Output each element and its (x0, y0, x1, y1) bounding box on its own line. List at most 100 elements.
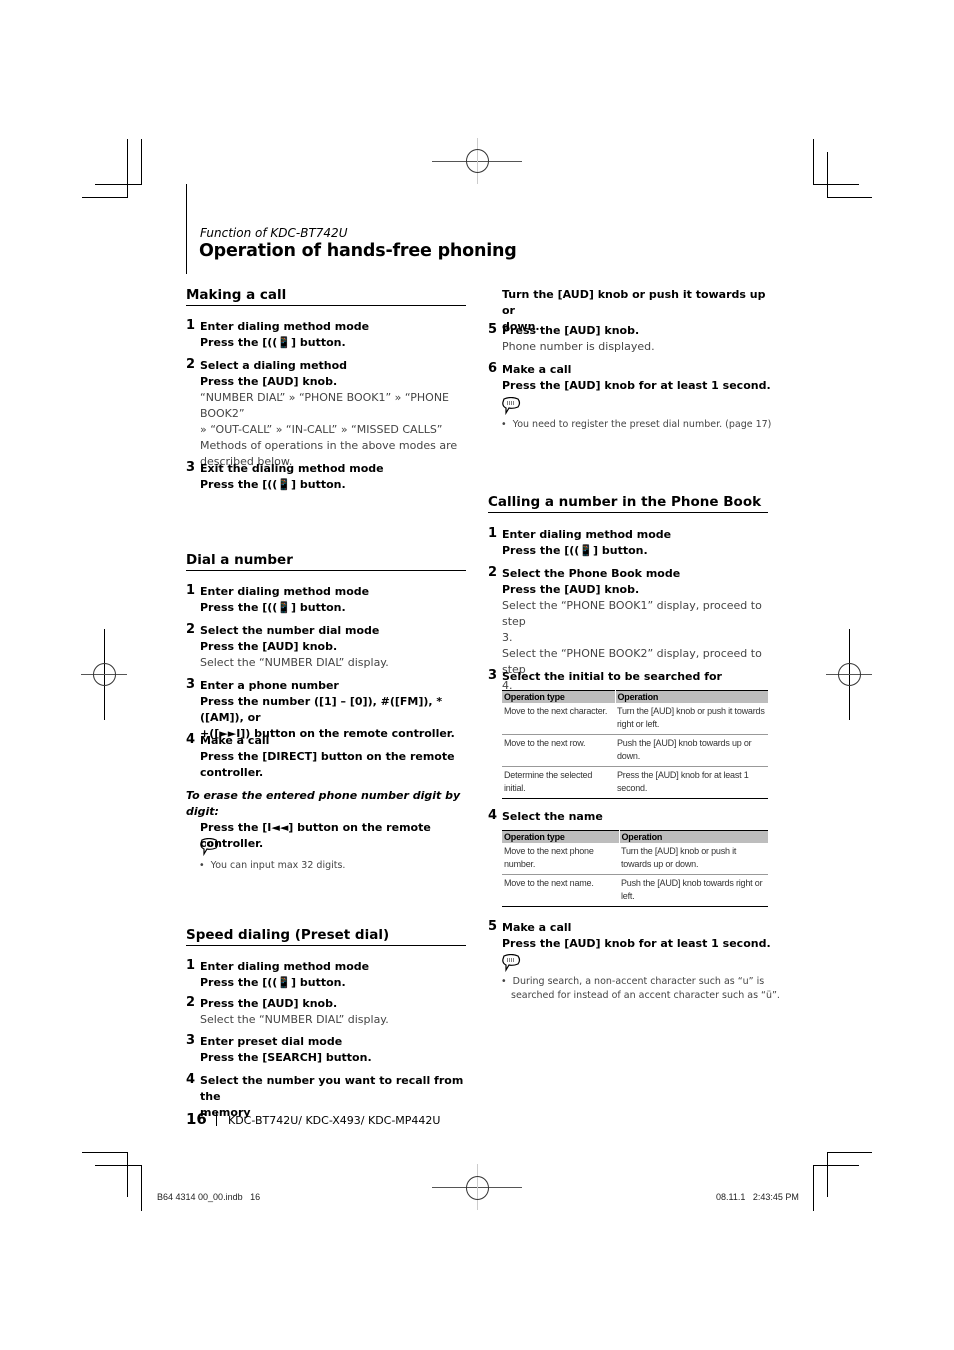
step-desc: Select the “NUMBER DIAL” display. (200, 656, 389, 669)
step-title: Enter preset dial mode (200, 1035, 343, 1048)
phone-call-icon: ((📱 (267, 478, 292, 491)
step-title: Enter dialing method mode (200, 960, 370, 973)
table-header-row: Operation type Operation (502, 830, 768, 843)
step-action: Press the number ([1] – [0]), #([FM]), *… (200, 695, 443, 724)
note-icon (502, 397, 521, 415)
section-heading-speed-dialing: Speed dialing (Preset dial) (186, 927, 466, 946)
section-heading-phone-book: Calling a number in the Phone Book (488, 494, 768, 513)
page-number: 16 (186, 1110, 207, 1128)
step-title: Enter dialing method mode (200, 585, 370, 598)
speed-step-3: 3 Enter preset dial mode Press the [SEAR… (186, 1033, 471, 1066)
step-title: Enter a phone number (200, 679, 339, 692)
step-title: Make a call (502, 363, 572, 376)
table-cell: Determine the selected initial. (502, 766, 615, 799)
step-action: Press the [((📱] button. (502, 544, 648, 557)
step-number: 4 (488, 808, 498, 823)
step-number: 1 (186, 318, 196, 333)
table-select-name: Operation type Operation Move to the nex… (502, 830, 768, 907)
column-header: Operation (615, 690, 768, 703)
step-number: 3 (186, 677, 196, 692)
note-max-digits: • You can input max 32 digits. (199, 860, 346, 871)
column-header: Operation type (502, 830, 620, 843)
table-cell: Push the [AUD] knob towards up or down. (615, 734, 768, 767)
step-number: 2 (488, 565, 498, 580)
step-number: 4 (186, 732, 196, 747)
footer-divider (216, 1112, 217, 1126)
table-cell: Move to the next phone number. (502, 843, 619, 875)
step-action: Press the [AUD] knob for at least 1 seco… (502, 937, 771, 950)
step-action: controller. (200, 766, 264, 779)
dial-step-2: 2 Select the number dial mode Press the … (186, 622, 471, 671)
section-heading-making-a-call: Making a call (186, 287, 466, 306)
step-desc: 3. (502, 631, 513, 644)
step-action: Press the [AUD] knob for at least 1 seco… (502, 379, 771, 392)
making-call-step-3: 3 Exit the dialing method mode Press the… (186, 460, 471, 493)
step-title: Select the Phone Book mode (502, 567, 681, 580)
step-action: Press the [AUD] knob. (200, 375, 338, 388)
step-number: 3 (186, 460, 196, 475)
step-desc: Select the “PHONE BOOK1” display, procee… (502, 599, 762, 628)
print-slug-file: B64 4314 00_00.indb 16 (157, 1192, 261, 1202)
phone-call-icon: ((📱 (267, 601, 292, 614)
step-title: Select a dialing method (200, 359, 348, 372)
step-action: Turn the [AUD] knob or push it towards u… (502, 288, 766, 317)
step-title: Make a call (200, 734, 270, 747)
step-title: Make a call (502, 921, 572, 934)
page-title: Operation of hands-free phoning (199, 241, 517, 261)
erase-digit-instructions: To erase the entered phone number digit … (186, 788, 476, 852)
step-number: 6 (488, 361, 498, 376)
table-header-row: Operation type Operation (502, 690, 768, 703)
step-title: Press the [AUD] knob. (200, 997, 338, 1010)
step-action: Press the [((📱] button. (200, 976, 346, 989)
function-label: Function of KDC-BT742U (200, 226, 348, 240)
step-number: 1 (186, 583, 196, 598)
phonebook-step-5: 5 Make a call Press the [AUD] knob for a… (488, 919, 773, 952)
table-cell: Push the [AUD] knob towards right or lef… (619, 874, 768, 907)
step-number: 2 (186, 622, 196, 637)
step-desc: Select the “NUMBER DIAL” display. (200, 1013, 389, 1026)
table-cell: Move to the next character. (502, 703, 615, 735)
print-slug-date: 08.11.1 2:43:45 PM (716, 1192, 799, 1202)
table-row: Move to the next row. Push the [AUD] kno… (502, 734, 768, 767)
column-header: Operation type (502, 690, 616, 703)
table-cell: Move to the next row. (502, 734, 615, 767)
speed-step-5: 5 Press the [AUD] knob. Phone number is … (488, 322, 773, 355)
note-icon (502, 954, 521, 972)
speed-step-2: 2 Press the [AUD] knob. Select the “NUMB… (186, 995, 471, 1028)
erase-action: Press the [I◄◄] button on the remote con… (200, 821, 431, 850)
step-number: 1 (488, 526, 498, 541)
step-desc: Phone number is displayed. (502, 340, 655, 353)
table-cell: Move to the next name. (502, 874, 619, 907)
phonebook-step-4: 4 Select the name (488, 808, 773, 825)
table-row: Move to the next name. Push the [AUD] kn… (502, 874, 768, 907)
step-desc: “NUMBER DIAL” » “PHONE BOOK1” » “PHONE B… (200, 391, 450, 420)
step-title: Select the name (502, 810, 603, 823)
step-number: 5 (488, 919, 498, 934)
phone-call-icon: ((📱 (267, 336, 292, 349)
step-action: Press the [SEARCH] button. (200, 1051, 372, 1064)
table-cell: Turn the [AUD] knob or push it towards r… (615, 703, 768, 735)
table-row: Move to the next character. Turn the [AU… (502, 703, 768, 735)
speed-step-6: 6 Make a call Press the [AUD] knob for a… (488, 361, 773, 394)
phone-call-icon: ((📱 (267, 976, 292, 989)
section-heading-dial-a-number: Dial a number (186, 552, 466, 571)
step-desc: » “OUT-CALL” » “IN-CALL” » “MISSED CALLS… (200, 423, 443, 436)
step-number: 1 (186, 958, 196, 973)
step-number: 5 (488, 322, 498, 337)
making-call-step-1: 1 Enter dialing method mode Press the [(… (186, 318, 471, 351)
step-title: Select the initial to be searched for (502, 670, 722, 683)
erase-heading: To erase the entered phone number digit … (186, 789, 461, 802)
step-action: Press the [DIRECT] button on the remote (200, 750, 455, 763)
making-call-step-2: 2 Select a dialing method Press the [AUD… (186, 357, 471, 470)
erase-heading: digit: (186, 805, 219, 818)
table-select-initial: Operation type Operation Move to the nex… (502, 690, 768, 799)
dial-step-4: 4 Make a call Press the [DIRECT] button … (186, 732, 476, 781)
step-action: Press the [AUD] knob. (502, 583, 640, 596)
step-number: 3 (186, 1033, 196, 1048)
phonebook-step-3: 3 Select the initial to be searched for (488, 668, 773, 685)
step-title: Select the number you want to recall fro… (200, 1074, 464, 1103)
step-title: Press the [AUD] knob. (502, 324, 640, 337)
step-title: Exit the dialing method mode (200, 462, 384, 475)
step-title: Enter dialing method mode (502, 528, 672, 541)
model-list: KDC-BT742U/ KDC-X493/ KDC-MP442U (228, 1114, 441, 1127)
